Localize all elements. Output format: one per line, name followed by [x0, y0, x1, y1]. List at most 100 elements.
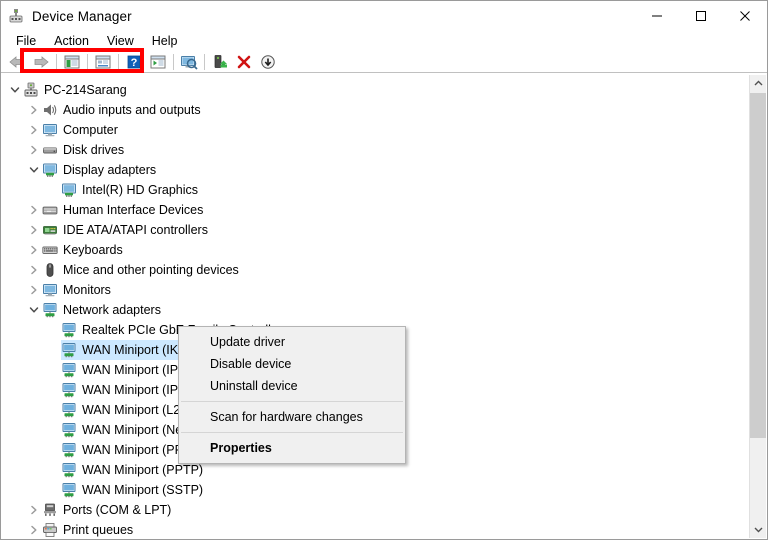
show-hide-console-tree-icon[interactable]	[60, 52, 84, 72]
tree-item-monitors[interactable]: Monitors	[2, 280, 766, 300]
network-adapter-icon	[61, 462, 77, 478]
device-manager-window: Device Manager File Action View Help ? P…	[0, 0, 768, 540]
tree-item-keyboards[interactable]: Keyboards	[2, 240, 766, 260]
toolbar-bottom-divider	[1, 72, 767, 73]
tree-item-content[interactable]: IDE ATA/ATAPI controllers	[42, 220, 211, 240]
svg-text:?: ?	[131, 57, 138, 69]
chevron-right-icon[interactable]	[26, 100, 42, 120]
chevron-right-icon[interactable]	[26, 120, 42, 140]
minimize-button[interactable]	[635, 1, 679, 31]
tree-item-content[interactable]: Mice and other pointing devices	[42, 260, 242, 280]
tree-item-content[interactable]: Keyboards	[42, 240, 126, 260]
chevron-right-icon[interactable]	[26, 220, 42, 240]
properties-icon[interactable]	[91, 52, 115, 72]
menu-file[interactable]: File	[7, 32, 45, 50]
context-menu-item-properties[interactable]: Properties	[179, 437, 405, 459]
toolbar-separator	[87, 54, 88, 70]
scan-for-hardware-changes-icon[interactable]	[177, 52, 201, 72]
chevron-down-icon[interactable]	[26, 160, 42, 180]
chevron-right-icon[interactable]	[26, 280, 42, 300]
menu-action[interactable]: Action	[45, 32, 98, 50]
tree-item-content[interactable]: WAN Miniport (SSTP)	[61, 480, 206, 500]
tree-item-ide-ata-atapi-controllers[interactable]: IDE ATA/ATAPI controllers	[2, 220, 766, 240]
vertical-scrollbar[interactable]	[749, 75, 766, 538]
tree-item-label: WAN Miniport (IP)	[82, 363, 183, 377]
tree-item-print-queues[interactable]: Print queues	[2, 520, 766, 538]
tree-item-label: Keyboards	[63, 243, 123, 257]
monitor-icon	[42, 282, 58, 298]
tree-item-content[interactable]: Print queues	[42, 520, 136, 538]
window-controls	[635, 1, 767, 31]
menu-view[interactable]: View	[98, 32, 143, 50]
show-hide-action-pane-icon[interactable]	[146, 52, 170, 72]
tree-item-label: Display adapters	[63, 163, 157, 177]
port-icon	[42, 502, 58, 518]
context-menu-item-disable-device[interactable]: Disable device	[179, 353, 405, 375]
tree-item-display-adapters[interactable]: Display adapters	[2, 160, 766, 180]
close-button[interactable]	[723, 1, 767, 31]
chevron-right-icon[interactable]	[26, 520, 42, 538]
maximize-button[interactable]	[679, 1, 723, 31]
tree-item-computer[interactable]: Computer	[2, 120, 766, 140]
toolbar: ?	[1, 51, 767, 73]
help-icon[interactable]: ?	[122, 52, 146, 72]
tree-item-content[interactable]: Display adapters	[42, 160, 159, 180]
chevron-right-icon[interactable]	[26, 140, 42, 160]
uninstall-device-icon[interactable]	[232, 52, 256, 72]
tree-item-mice-and-other-pointing-devices[interactable]: Mice and other pointing devices	[2, 260, 766, 280]
tree-item-content[interactable]: Audio inputs and outputs	[42, 100, 204, 120]
tree-item-audio-inputs-and-outputs[interactable]: Audio inputs and outputs	[2, 100, 766, 120]
tree-item-content[interactable]: Disk drives	[42, 140, 127, 160]
scroll-up-arrow[interactable]	[750, 75, 766, 92]
tree-item-label: Mice and other pointing devices	[63, 263, 239, 277]
tree-item-human-interface-devices[interactable]: Human Interface Devices	[2, 200, 766, 220]
toolbar-separator	[204, 54, 205, 70]
tree-item-content[interactable]: PC-214Sarang	[23, 80, 130, 100]
network-adapter-icon	[61, 362, 77, 378]
tree-item-content[interactable]: Ports (COM & LPT)	[42, 500, 174, 520]
update-driver-icon[interactable]	[208, 52, 232, 72]
tree-item-content[interactable]: Computer	[42, 120, 121, 140]
back-icon[interactable]	[5, 52, 29, 72]
tree-item-content[interactable]: Intel(R) HD Graphics	[61, 180, 201, 200]
context-menu[interactable]: Update driver Disable device Uninstall dev…	[178, 326, 406, 464]
forward-icon[interactable]	[29, 52, 53, 72]
chevron-right-icon[interactable]	[26, 260, 42, 280]
tree-item-wan-miniport-sstp[interactable]: WAN Miniport (SSTP)	[2, 480, 766, 500]
device-tree[interactable]: PC-214Sarang Audio inputs and outputs Comp…	[2, 75, 766, 538]
tree-item-label: Audio inputs and outputs	[63, 103, 201, 117]
chevron-right-icon[interactable]	[26, 500, 42, 520]
chevron-down-icon[interactable]	[26, 300, 42, 320]
tree-item-content[interactable]: WAN Miniport (IP)	[61, 360, 185, 380]
menu-help[interactable]: Help	[143, 32, 187, 50]
tree-item-content[interactable]: Network adapters	[42, 300, 164, 320]
context-menu-item-scan-for-hardware-changes[interactable]: Scan for hardware changes	[179, 406, 405, 428]
context-menu-item-uninstall-device[interactable]: Uninstall device	[179, 375, 405, 397]
scroll-down-arrow[interactable]	[750, 521, 766, 538]
network-adapter-icon	[61, 342, 77, 358]
scrollbar-thumb[interactable]	[750, 93, 766, 438]
tree-item-intel-r-hd-graphics[interactable]: Intel(R) HD Graphics	[2, 180, 766, 200]
toolbar-separator	[173, 54, 174, 70]
chevron-right-icon[interactable]	[26, 240, 42, 260]
computer-root-icon	[23, 82, 39, 98]
chevron-right-icon[interactable]	[26, 200, 42, 220]
tree-item-content[interactable]: Monitors	[42, 280, 114, 300]
tree-item-content[interactable]: Human Interface Devices	[42, 200, 206, 220]
disable-device-icon[interactable]	[256, 52, 280, 72]
tree-item-pc-214sarang[interactable]: PC-214Sarang	[2, 80, 766, 100]
context-menu-item-update-driver[interactable]: Update driver	[179, 331, 405, 353]
tree-item-disk-drives[interactable]: Disk drives	[2, 140, 766, 160]
tree-item-ports-com-lpt[interactable]: Ports (COM & LPT)	[2, 500, 766, 520]
chevron-down-icon[interactable]	[7, 80, 23, 100]
tree-item-label: Intel(R) HD Graphics	[82, 183, 198, 197]
tree-item-network-adapters[interactable]: Network adapters	[2, 300, 766, 320]
network-adapter-icon	[61, 382, 77, 398]
